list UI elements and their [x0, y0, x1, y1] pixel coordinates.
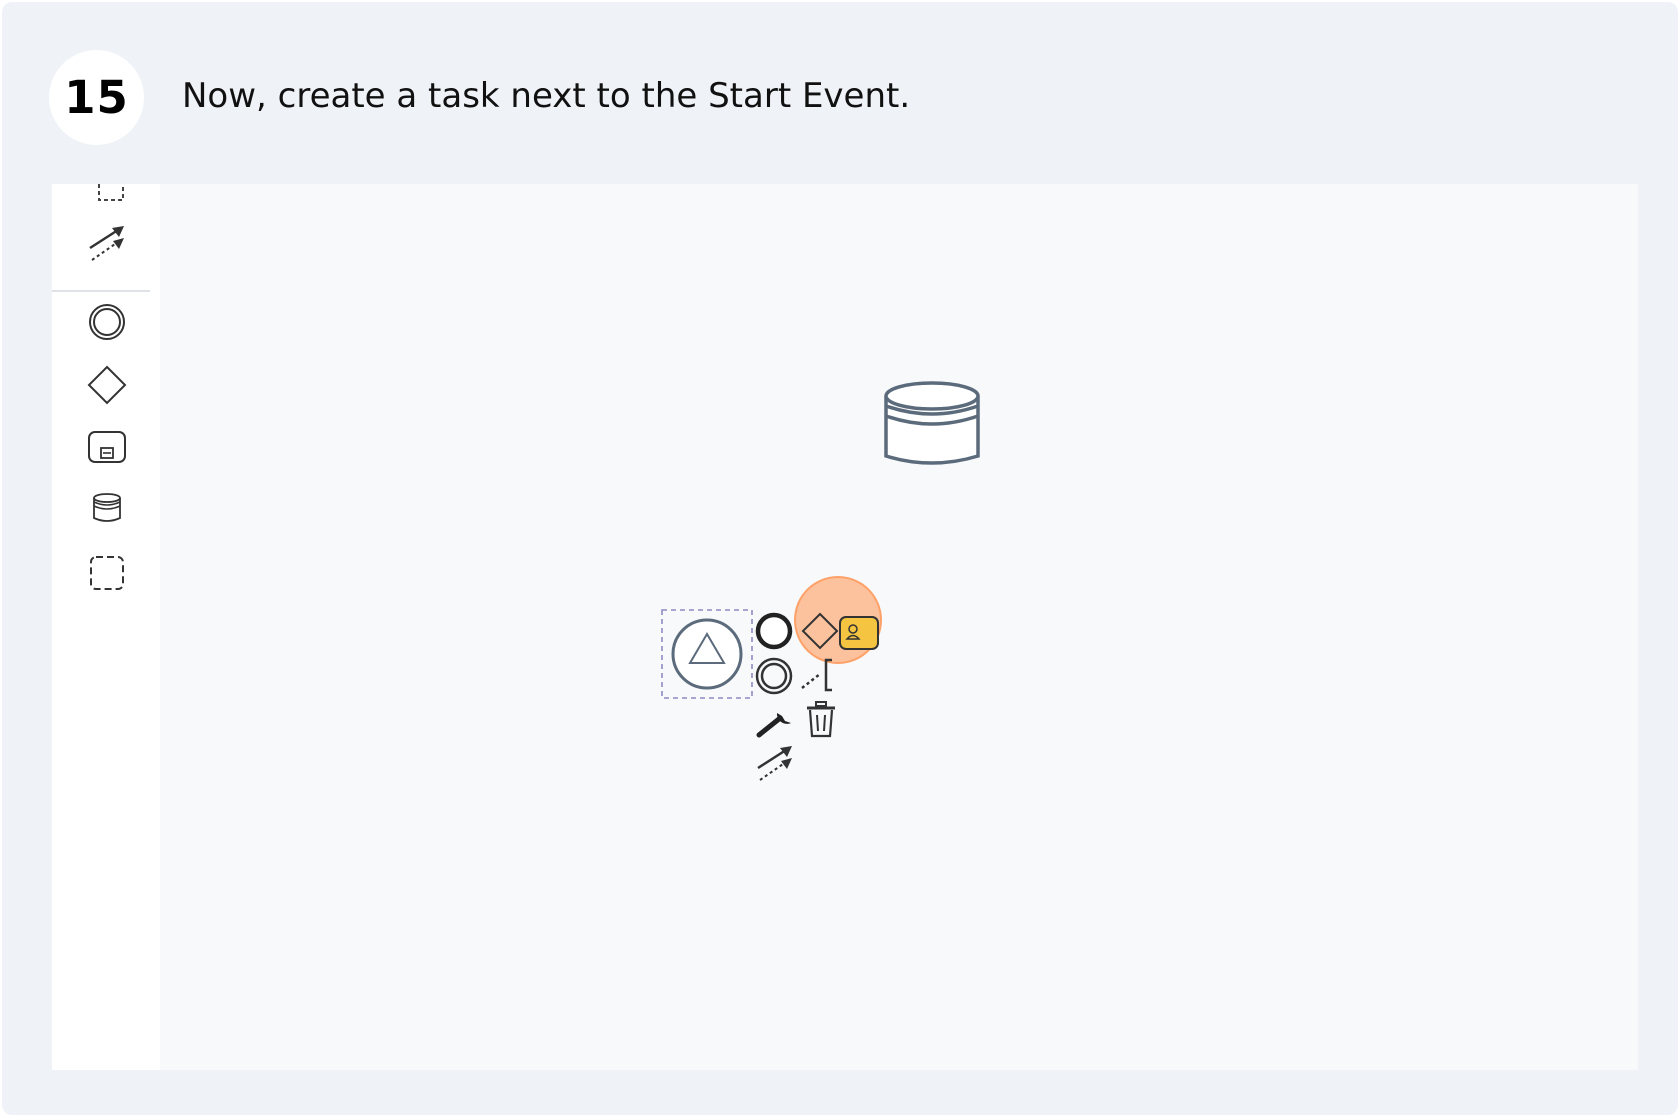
- start-event-shape[interactable]: [671, 618, 743, 690]
- append-gateway-icon[interactable]: [800, 611, 840, 651]
- data-store-shape[interactable]: [884, 381, 980, 465]
- append-end-event-icon[interactable]: [754, 611, 794, 651]
- append-text-annotation-icon[interactable]: [800, 656, 840, 696]
- delete-icon[interactable]: [804, 700, 838, 740]
- step-badge: 15: [49, 50, 144, 145]
- append-task-icon[interactable]: [838, 615, 880, 651]
- step-number: 15: [64, 71, 129, 124]
- connect-icon[interactable]: [756, 744, 796, 784]
- step-instruction: Now, create a task next to the Start Eve…: [182, 76, 911, 116]
- append-intermediate-event-icon[interactable]: [754, 656, 794, 696]
- step-frame: 15 Now, create a task next to the Start …: [2, 2, 1678, 1115]
- change-type-icon[interactable]: [755, 701, 795, 741]
- bpmn-editor-screenshot: [52, 184, 1638, 1070]
